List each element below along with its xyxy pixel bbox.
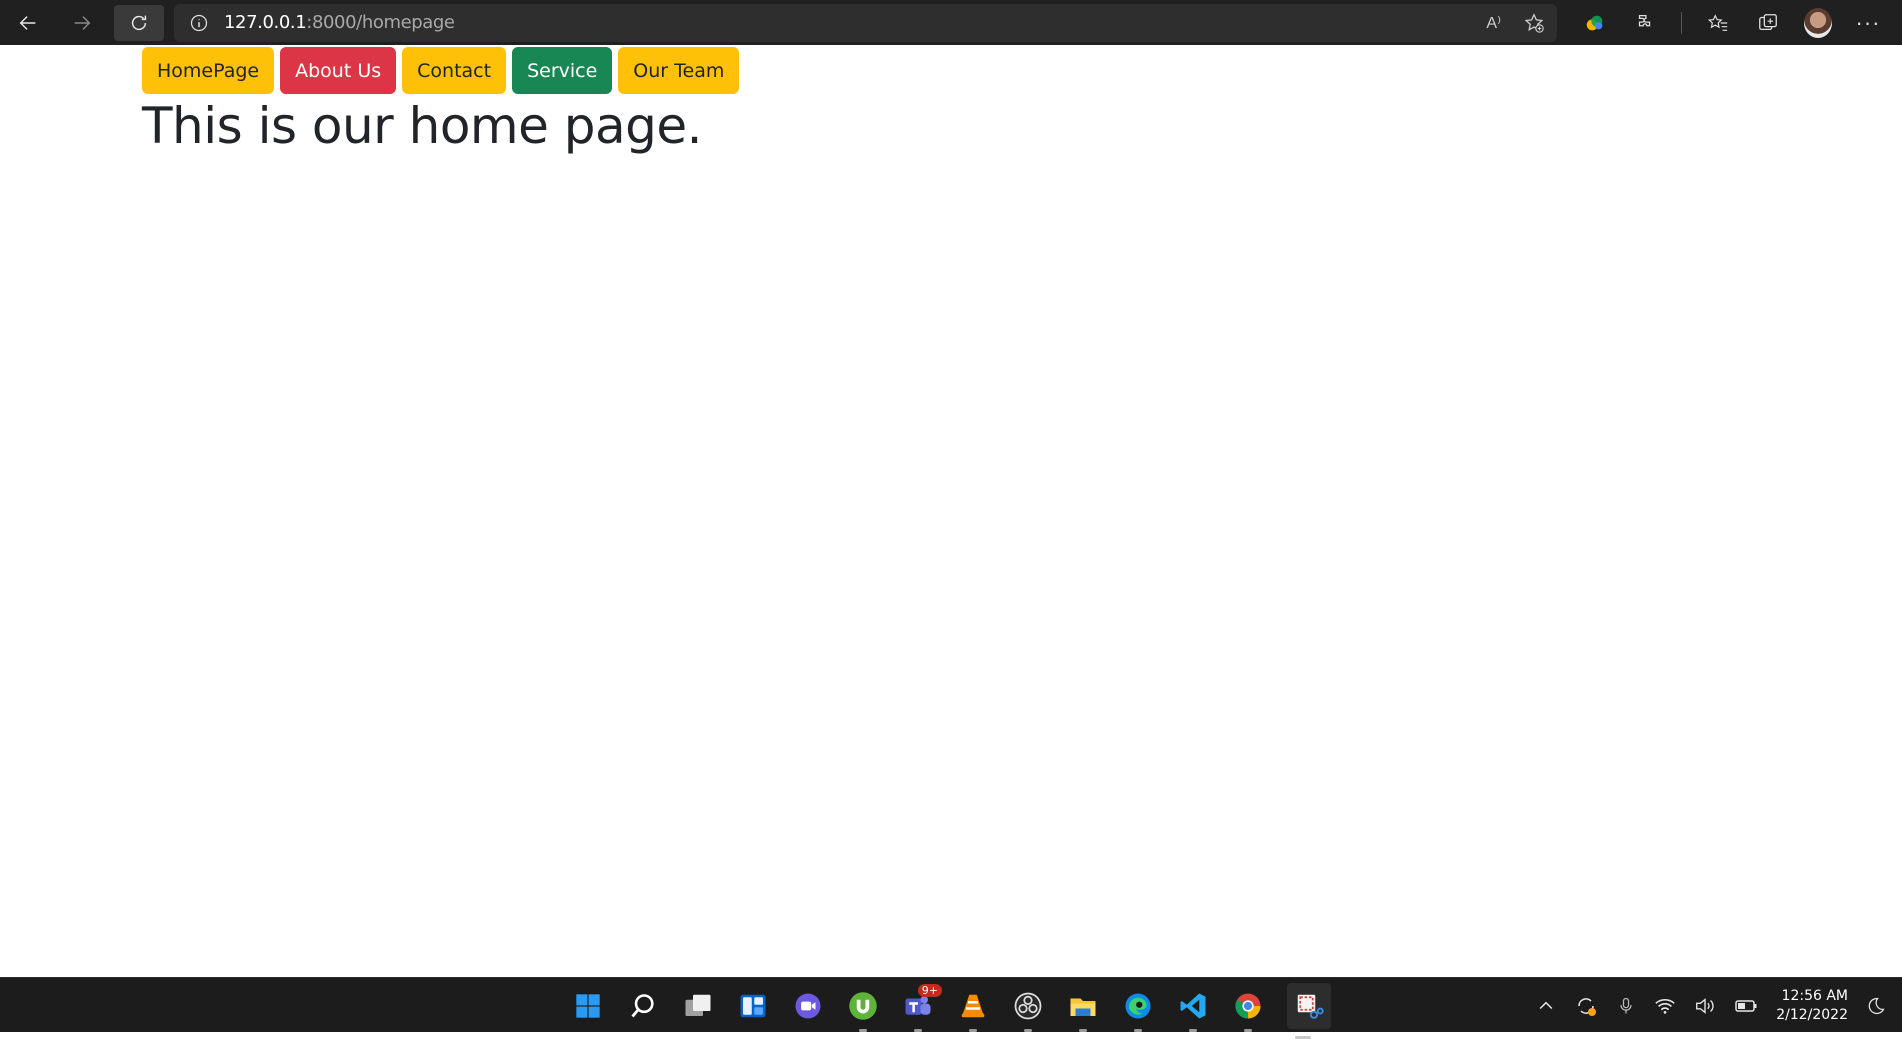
extensions-icon[interactable] [1631, 9, 1659, 37]
read-aloud-icon[interactable]: A⁾ [1486, 13, 1501, 33]
page-heading: This is our home page. [142, 97, 703, 155]
contact-button[interactable]: Contact [402, 47, 507, 94]
teams-notification-badge: 9+ [917, 983, 942, 997]
collections-icon[interactable] [1754, 9, 1782, 37]
nav-button-row: HomePage About Us Contact Service Our Te… [142, 47, 740, 94]
site-info-icon[interactable] [188, 12, 210, 34]
extension-colorful-icon[interactable] [1581, 9, 1609, 37]
start-icon[interactable] [572, 990, 604, 1022]
sync-warning-icon[interactable] [1574, 994, 1598, 1018]
edge-icon[interactable] [1122, 990, 1154, 1032]
teams-icon[interactable]: 9+ [902, 983, 942, 1032]
vscode-icon[interactable] [1177, 990, 1209, 1032]
task-view-icon[interactable] [682, 990, 714, 1022]
reload-button[interactable] [114, 4, 164, 41]
homepage-button[interactable]: HomePage [142, 47, 275, 94]
battery-icon[interactable] [1734, 994, 1758, 1018]
clock-date: 2/12/2022 [1776, 1006, 1848, 1023]
volume-icon[interactable] [1694, 995, 1716, 1017]
vlc-icon[interactable] [957, 990, 989, 1032]
about-us-button[interactable]: About Us [280, 47, 397, 94]
url-path: :8000/homepage [306, 12, 455, 33]
clock[interactable]: 12:56 AM 2/12/2022 [1776, 987, 1848, 1025]
our-team-button[interactable]: Our Team [618, 47, 740, 94]
profile-avatar[interactable] [1804, 7, 1832, 38]
clock-time: 12:56 AM [1781, 987, 1848, 1004]
back-button[interactable] [6, 5, 50, 41]
service-button[interactable]: Service [512, 47, 613, 94]
search-icon[interactable] [627, 990, 659, 1022]
wifi-icon[interactable] [1654, 995, 1676, 1017]
show-hidden-icons-chevron-icon[interactable] [1536, 996, 1556, 1016]
web-page: HomePage About Us Contact Service Our Te… [0, 45, 1902, 977]
more-options-icon[interactable]: ··· [1854, 9, 1882, 37]
system-tray: 12:56 AM 2/12/2022 [1536, 978, 1886, 1033]
back-arrow-icon [19, 15, 36, 30]
url-host: 127.0.0.1 [224, 12, 307, 33]
snipping-tool-icon[interactable] [1287, 982, 1331, 1039]
address-bar[interactable]: 127.0.0.1:8000/homepage A⁾ [174, 3, 1557, 42]
reload-icon [131, 15, 147, 30]
windows-taskbar: 9+ 12:56 AM 2/12/2022 [0, 977, 1902, 1039]
toolbar-divider [1681, 11, 1682, 34]
file-explorer-icon[interactable] [1067, 990, 1099, 1032]
chrome-icon[interactable] [1232, 990, 1264, 1032]
url-text[interactable]: 127.0.0.1:8000/homepage [224, 12, 455, 33]
widgets-icon[interactable] [737, 990, 769, 1022]
add-favorite-icon[interactable] [1523, 12, 1545, 34]
focus-assist-moon-icon[interactable] [1866, 996, 1886, 1016]
forward-button[interactable] [60, 5, 104, 41]
obs-icon[interactable] [1012, 990, 1044, 1032]
favorites-icon[interactable] [1704, 9, 1732, 37]
chat-icon[interactable] [792, 990, 824, 1022]
browser-toolbar: 127.0.0.1:8000/homepage A⁾ ··· [0, 0, 1902, 45]
forward-arrow-icon [74, 15, 91, 30]
utorrent-icon[interactable] [847, 990, 879, 1032]
microphone-icon[interactable] [1616, 996, 1636, 1016]
